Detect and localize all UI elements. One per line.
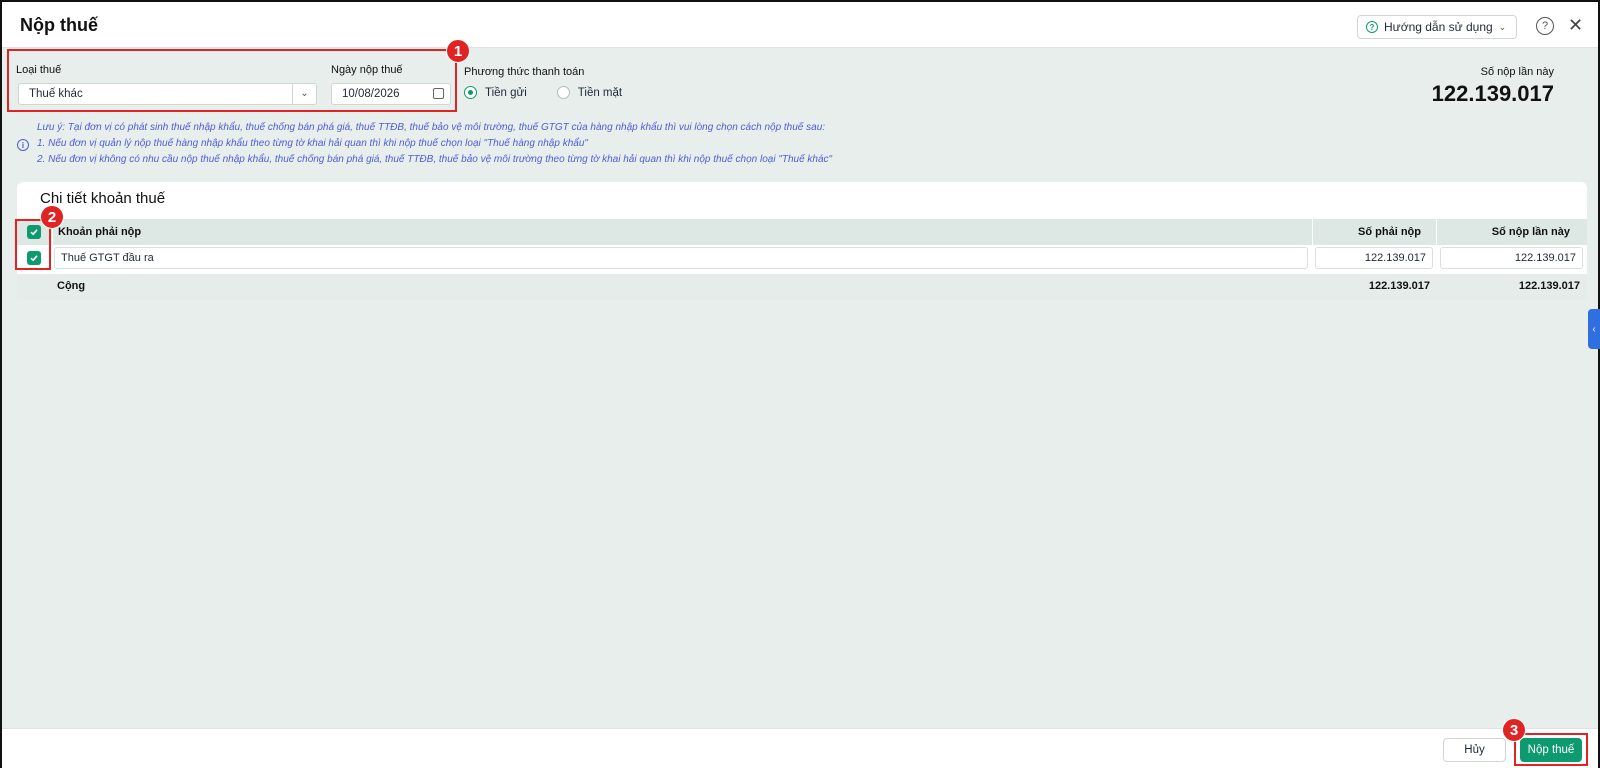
- column-header-item: Khoản phải nộp: [58, 226, 142, 238]
- annotation-badge-3: 3: [1502, 718, 1526, 742]
- tax-detail-title: Chi tiết khoản thuế: [40, 190, 166, 207]
- row-pay-amount[interactable]: 122.139.017: [1440, 247, 1583, 269]
- help-icon[interactable]: ?: [1536, 17, 1554, 35]
- column-header-due: Số phải nộp: [1358, 226, 1421, 238]
- user-guide-button[interactable]: ? Hướng dẫn sử dụng ⌄: [1357, 15, 1518, 39]
- note-line: Lưu ý: Tại đơn vị có phát sinh thuế nhập…: [37, 122, 826, 133]
- note-line: 1. Nếu đơn vị quản lý nộp thuế hàng nhập…: [37, 138, 588, 149]
- total-label: Cộng: [57, 280, 86, 292]
- annotation-badge-2: 2: [40, 205, 64, 229]
- radio-cash-label[interactable]: Tiền mặt: [578, 87, 622, 99]
- radio-deposit-label[interactable]: Tiền gửi: [485, 87, 527, 99]
- question-circle-icon: ?: [1366, 21, 1378, 33]
- column-header-pay: Số nộp lần này: [1491, 226, 1570, 238]
- dialog-footer: [2, 728, 1598, 768]
- tax-payment-dialog: Nộp thuế ? Hướng dẫn sử dụng ⌄ ? ✕ Loại …: [0, 0, 1600, 768]
- payment-method-group: Tiền gửi Tiền mặt: [464, 86, 622, 99]
- payment-method-label: Phương thức thanh toán: [464, 66, 585, 78]
- side-panel-toggle[interactable]: ‹: [1588, 309, 1600, 349]
- row-due-amount[interactable]: 122.139.017: [1315, 247, 1433, 269]
- row-item-name[interactable]: Thuế GTGT đầu ra: [54, 247, 1308, 269]
- amount-label: Số nộp lần này: [1480, 66, 1554, 78]
- note-line: 2. Nếu đơn vị không có nhu cầu nộp thuế …: [37, 154, 833, 165]
- amount-value: 122.139.017: [1431, 81, 1554, 106]
- chevron-down-icon: ⌄: [1498, 21, 1507, 32]
- annotation-box-1: [7, 49, 457, 112]
- annotation-badge-1: 1: [446, 39, 470, 63]
- cancel-button[interactable]: Hủy: [1443, 738, 1506, 762]
- radio-deposit[interactable]: [464, 86, 477, 99]
- page-title: Nộp thuế: [20, 15, 98, 35]
- annotation-box-3: [1514, 733, 1588, 766]
- user-guide-label: Hướng dẫn sử dụng: [1384, 20, 1493, 34]
- total-pay: 122.139.017: [1518, 280, 1580, 292]
- radio-cash[interactable]: [556, 86, 570, 99]
- info-icon: i: [17, 139, 29, 151]
- close-icon[interactable]: ✕: [1568, 15, 1583, 36]
- total-due: 122.139.017: [1368, 280, 1430, 292]
